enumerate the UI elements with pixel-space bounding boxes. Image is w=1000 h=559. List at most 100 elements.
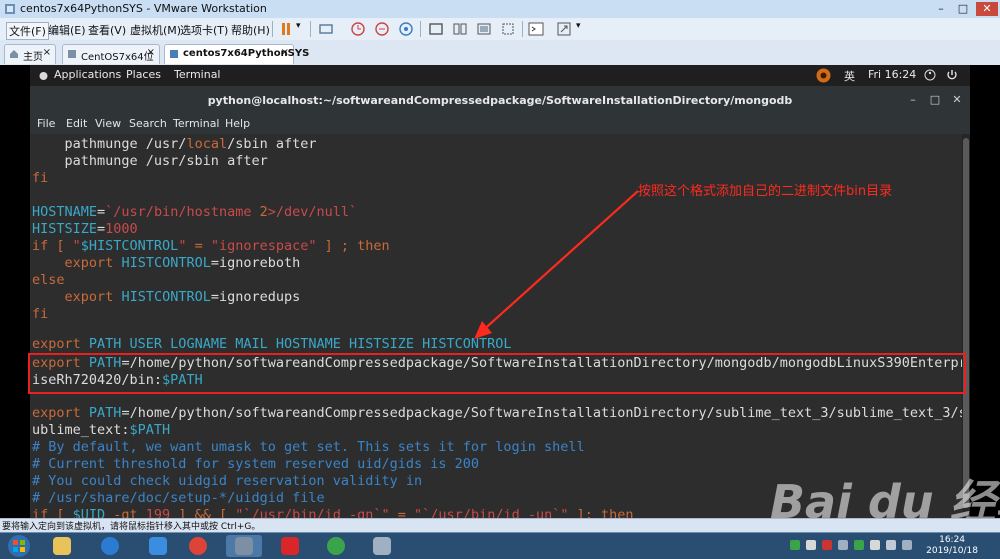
windows-taskbar: 16:24 2019/10/18 bbox=[0, 532, 1000, 559]
code-line: HOSTNAME=`/usr/bin/hostname 2>/dev/null` bbox=[32, 204, 358, 220]
scrollbar-thumb[interactable] bbox=[963, 138, 969, 508]
unity-icon[interactable] bbox=[452, 21, 468, 37]
youdao-icon bbox=[281, 537, 299, 555]
input-method-indicator[interactable]: 英 bbox=[844, 68, 855, 84]
taskbar-wechat[interactable] bbox=[318, 535, 354, 557]
code-line: pathmunge /usr/sbin after bbox=[32, 153, 268, 169]
tab-home[interactable]: 主页 × bbox=[4, 44, 56, 64]
snapshot-manager-icon[interactable] bbox=[398, 21, 414, 37]
terminal-app-menu[interactable]: Terminal bbox=[174, 68, 221, 81]
tab-centos7x64pythonsys[interactable]: centos7x64PythonSYS × bbox=[164, 44, 309, 64]
menu-view[interactable]: 查看(V) bbox=[88, 22, 126, 38]
code-line: export PATH=/home/python/softwareandComp… bbox=[32, 405, 962, 421]
minimize-button[interactable]: – bbox=[906, 93, 920, 107]
start-button[interactable] bbox=[2, 534, 36, 558]
vmware-app-icon bbox=[5, 4, 15, 14]
terminal-menu-file[interactable]: File bbox=[37, 117, 55, 130]
terminal-icon[interactable] bbox=[528, 21, 544, 37]
close-icon[interactable]: × bbox=[43, 47, 51, 58]
maximize-button[interactable]: □ bbox=[952, 2, 974, 16]
close-icon[interactable]: × bbox=[147, 47, 155, 58]
tab-label: CentOS7x64位 bbox=[81, 52, 154, 63]
code-comment: # By default, we want umask to get set. … bbox=[32, 439, 585, 455]
power-icon[interactable] bbox=[946, 69, 958, 81]
close-button[interactable]: ✕ bbox=[976, 2, 998, 16]
terminal-menu-edit[interactable]: Edit bbox=[66, 117, 87, 130]
weather-icon[interactable] bbox=[815, 67, 832, 84]
menu-tabs[interactable]: 选项卡(T) bbox=[180, 22, 228, 38]
tab-label: centos7x64PythonSYS bbox=[183, 48, 310, 59]
menu-file[interactable]: 文件(F) bbox=[6, 22, 49, 40]
console-view-icon[interactable] bbox=[476, 21, 492, 37]
tray-app-icon[interactable] bbox=[854, 540, 864, 550]
tray-app-icon[interactable] bbox=[838, 540, 848, 550]
taskbar-vmware[interactable] bbox=[226, 535, 262, 557]
tray-app-icon[interactable] bbox=[902, 540, 912, 550]
code-line: HISTSIZE=1000 bbox=[32, 221, 138, 237]
taskbar-explorer[interactable] bbox=[44, 535, 80, 557]
terminal-menu-search[interactable]: Search bbox=[129, 117, 167, 130]
tray-app-icon[interactable] bbox=[822, 540, 832, 550]
taskbar-paint[interactable] bbox=[364, 535, 400, 557]
code-line: fi bbox=[32, 170, 49, 186]
chevron-down-icon[interactable]: ▾ bbox=[576, 21, 581, 31]
send-keys-icon[interactable] bbox=[318, 21, 334, 37]
code-line: ublime_text:$PATH bbox=[32, 422, 171, 438]
gnome-foot-icon bbox=[39, 72, 48, 80]
stretch-icon[interactable] bbox=[556, 21, 572, 37]
taskbar-chrome[interactable] bbox=[180, 535, 216, 557]
vmware-status-bar: 要将输入定向到该虚拟机，请将鼠标指针移入其中或按 Ctrl+G。 bbox=[0, 518, 1000, 533]
toolbar-separator bbox=[420, 21, 421, 37]
chrome-icon bbox=[189, 537, 207, 555]
taskbar-clock[interactable]: 16:24 2019/10/18 bbox=[926, 535, 978, 557]
terminal-scrollbar[interactable] bbox=[962, 134, 970, 518]
annotation-arrow bbox=[474, 190, 639, 339]
minimize-button[interactable]: – bbox=[930, 2, 952, 16]
toolbar-separator bbox=[272, 21, 273, 37]
vm-icon bbox=[68, 50, 76, 58]
code-line: export PATH USER LOGNAME MAIL HOSTNAME H… bbox=[32, 336, 512, 352]
tab-centos7x64[interactable]: CentOS7x64位 × bbox=[62, 44, 160, 64]
vmware-tab-strip: 主页 × CentOS7x64位 × centos7x64PythonSYS × bbox=[0, 40, 1000, 66]
revert-snapshot-icon[interactable] bbox=[374, 21, 390, 37]
gnome-top-bar: Applications Places Terminal 英 Fri 16:24 bbox=[30, 65, 970, 86]
terminal-menu-terminal[interactable]: Terminal bbox=[173, 117, 220, 130]
tray-app-icon[interactable] bbox=[806, 540, 816, 550]
chevron-down-icon[interactable]: ▾ bbox=[296, 21, 301, 31]
top-bar-clock[interactable]: Fri 16:24 bbox=[868, 68, 916, 81]
taskbar-youdao[interactable] bbox=[272, 535, 308, 557]
maximize-button[interactable]: □ bbox=[928, 93, 942, 107]
fit-window-icon[interactable] bbox=[500, 21, 516, 37]
pause-icon[interactable] bbox=[278, 21, 294, 37]
toolbar-separator bbox=[310, 21, 311, 37]
home-icon bbox=[10, 50, 18, 58]
terminal-menu-view[interactable]: View bbox=[95, 117, 121, 130]
taskbar-media-player[interactable] bbox=[92, 535, 128, 557]
terminal-header-bar: python@localhost:~/softwareandCompressed… bbox=[30, 86, 970, 116]
close-button[interactable]: ✕ bbox=[950, 93, 964, 107]
accessibility-icon[interactable] bbox=[924, 69, 936, 81]
terminal-menubar: File Edit View Search Terminal Help bbox=[30, 115, 970, 134]
snapshot-icon[interactable] bbox=[350, 21, 366, 37]
clock-date: 2019/10/18 bbox=[926, 546, 978, 556]
terminal-menu-help[interactable]: Help bbox=[225, 117, 250, 130]
menu-edit[interactable]: 编辑(E) bbox=[48, 22, 86, 38]
volume-icon[interactable] bbox=[886, 540, 896, 550]
menu-vm[interactable]: 虚拟机(M) bbox=[130, 22, 181, 38]
vmware-icon bbox=[235, 537, 253, 555]
network-icon[interactable] bbox=[870, 540, 880, 550]
vm-icon bbox=[170, 50, 178, 58]
window-title: centos7x64PythonSYS - VMware Workstation bbox=[20, 2, 267, 15]
media-player-icon bbox=[101, 537, 119, 555]
code-line: else bbox=[32, 272, 65, 288]
applications-menu[interactable]: Applications bbox=[54, 68, 121, 81]
menu-help[interactable]: 帮助(H) bbox=[231, 22, 270, 38]
vmware-menubar: 文件(F) 编辑(E) 查看(V) 虚拟机(M) 选项卡(T) 帮助(H) ▾ … bbox=[0, 18, 1000, 41]
close-icon[interactable]: × bbox=[281, 47, 289, 58]
status-message: 要将输入定向到该虚拟机，请将鼠标指针移入其中或按 Ctrl+G。 bbox=[2, 522, 261, 532]
tray-app-icon[interactable] bbox=[790, 540, 800, 550]
full-screen-icon[interactable] bbox=[428, 21, 444, 37]
taskbar-notes[interactable] bbox=[140, 535, 176, 557]
code-line: if [ $UID -gt 199 ] && [ "`/usr/bin/id -… bbox=[32, 507, 634, 518]
places-menu[interactable]: Places bbox=[126, 68, 161, 81]
